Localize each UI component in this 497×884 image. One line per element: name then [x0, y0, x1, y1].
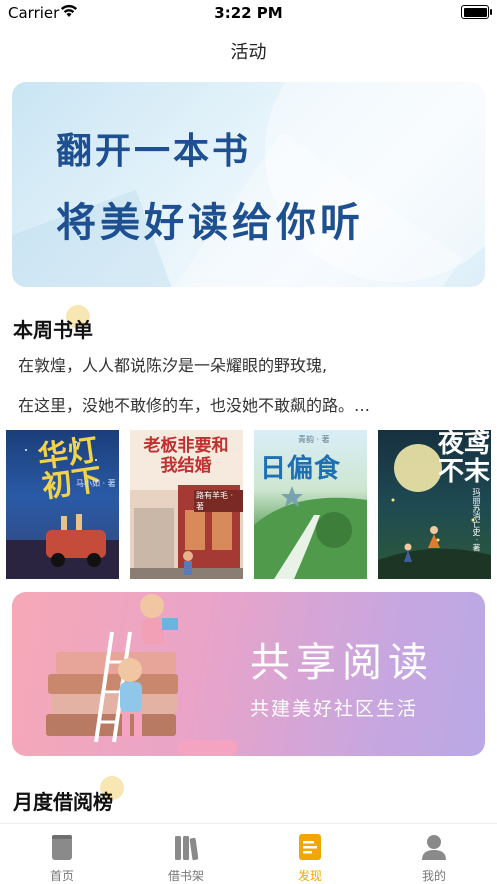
hero-line1: 翻开一本书	[56, 131, 252, 172]
monthly-section-title: 月度借阅榜	[13, 790, 113, 814]
bookshelf-icon	[175, 836, 198, 861]
book-author: 青韵 · 著	[298, 435, 330, 444]
tab-label: 首页	[49, 869, 74, 883]
status-bar: Carrier 3:22 PM	[0, 0, 497, 26]
book-title: 日偏食	[260, 454, 342, 484]
tab-discover[interactable]: 发现	[248, 824, 372, 884]
book-author: 路有羊毛 · 著	[194, 490, 243, 512]
tab-label: 我的	[421, 869, 446, 883]
weekly-desc-line1: 在敦煌，人人都说陈汐是一朵耀眼的野玫瑰,	[18, 356, 328, 375]
weekly-desc-line2: 在这里，没她不敢修的车，也没她不敢飙的路。…	[18, 396, 371, 415]
battery-icon	[461, 5, 492, 19]
book-list: 华灯初下 马小如 · 著 老板非要和我结婚 路有羊毛 · 著 日偏食 青韵 · …	[6, 430, 497, 579]
hero-line2: 将美好读给你听	[56, 200, 364, 246]
share-subtitle: 共建美好社区生活	[250, 698, 419, 720]
book-title: 华灯初下	[35, 432, 105, 506]
book-author: 玛丽苏消亡史 · 著	[472, 488, 481, 552]
hero-banner[interactable]: 翻开一本书 将美好读给你听	[12, 82, 485, 287]
clock: 3:22 PM	[214, 4, 283, 22]
tab-label: 借书架	[167, 869, 204, 883]
tab-label: 发现	[297, 869, 322, 883]
tab-home[interactable]: 首页	[0, 824, 124, 884]
book-title: 老板非要和我结婚	[143, 436, 229, 476]
user-icon	[422, 835, 446, 860]
page-title: 活动	[230, 42, 267, 63]
tab-bar: 首页 借书架 发现 我的	[0, 823, 497, 884]
book-author: 马小如 · 著	[76, 479, 116, 488]
share-title: 共享阅读	[250, 640, 434, 686]
share-reading-banner[interactable]: 共享阅读 共建美好社区生活	[12, 592, 485, 756]
tab-profile[interactable]: 我的	[372, 824, 496, 884]
weekly-section-title: 本周书单	[13, 318, 93, 342]
reading-illustration	[46, 594, 237, 756]
book-cover[interactable]: 华灯初下 马小如 · 著	[6, 430, 119, 579]
book-cover[interactable]: 老板非要和我结婚 路有羊毛 · 著	[130, 430, 243, 579]
discover-icon	[299, 834, 321, 860]
book-cover[interactable]: 夜鸢不末 玛丽苏消亡史 · 著	[378, 430, 491, 579]
book-cover[interactable]: 日偏食 青韵 · 著	[254, 430, 367, 579]
book-icon	[52, 835, 72, 860]
book-title: 夜鸢不末	[437, 430, 490, 487]
tab-bookshelf[interactable]: 借书架	[124, 824, 248, 884]
